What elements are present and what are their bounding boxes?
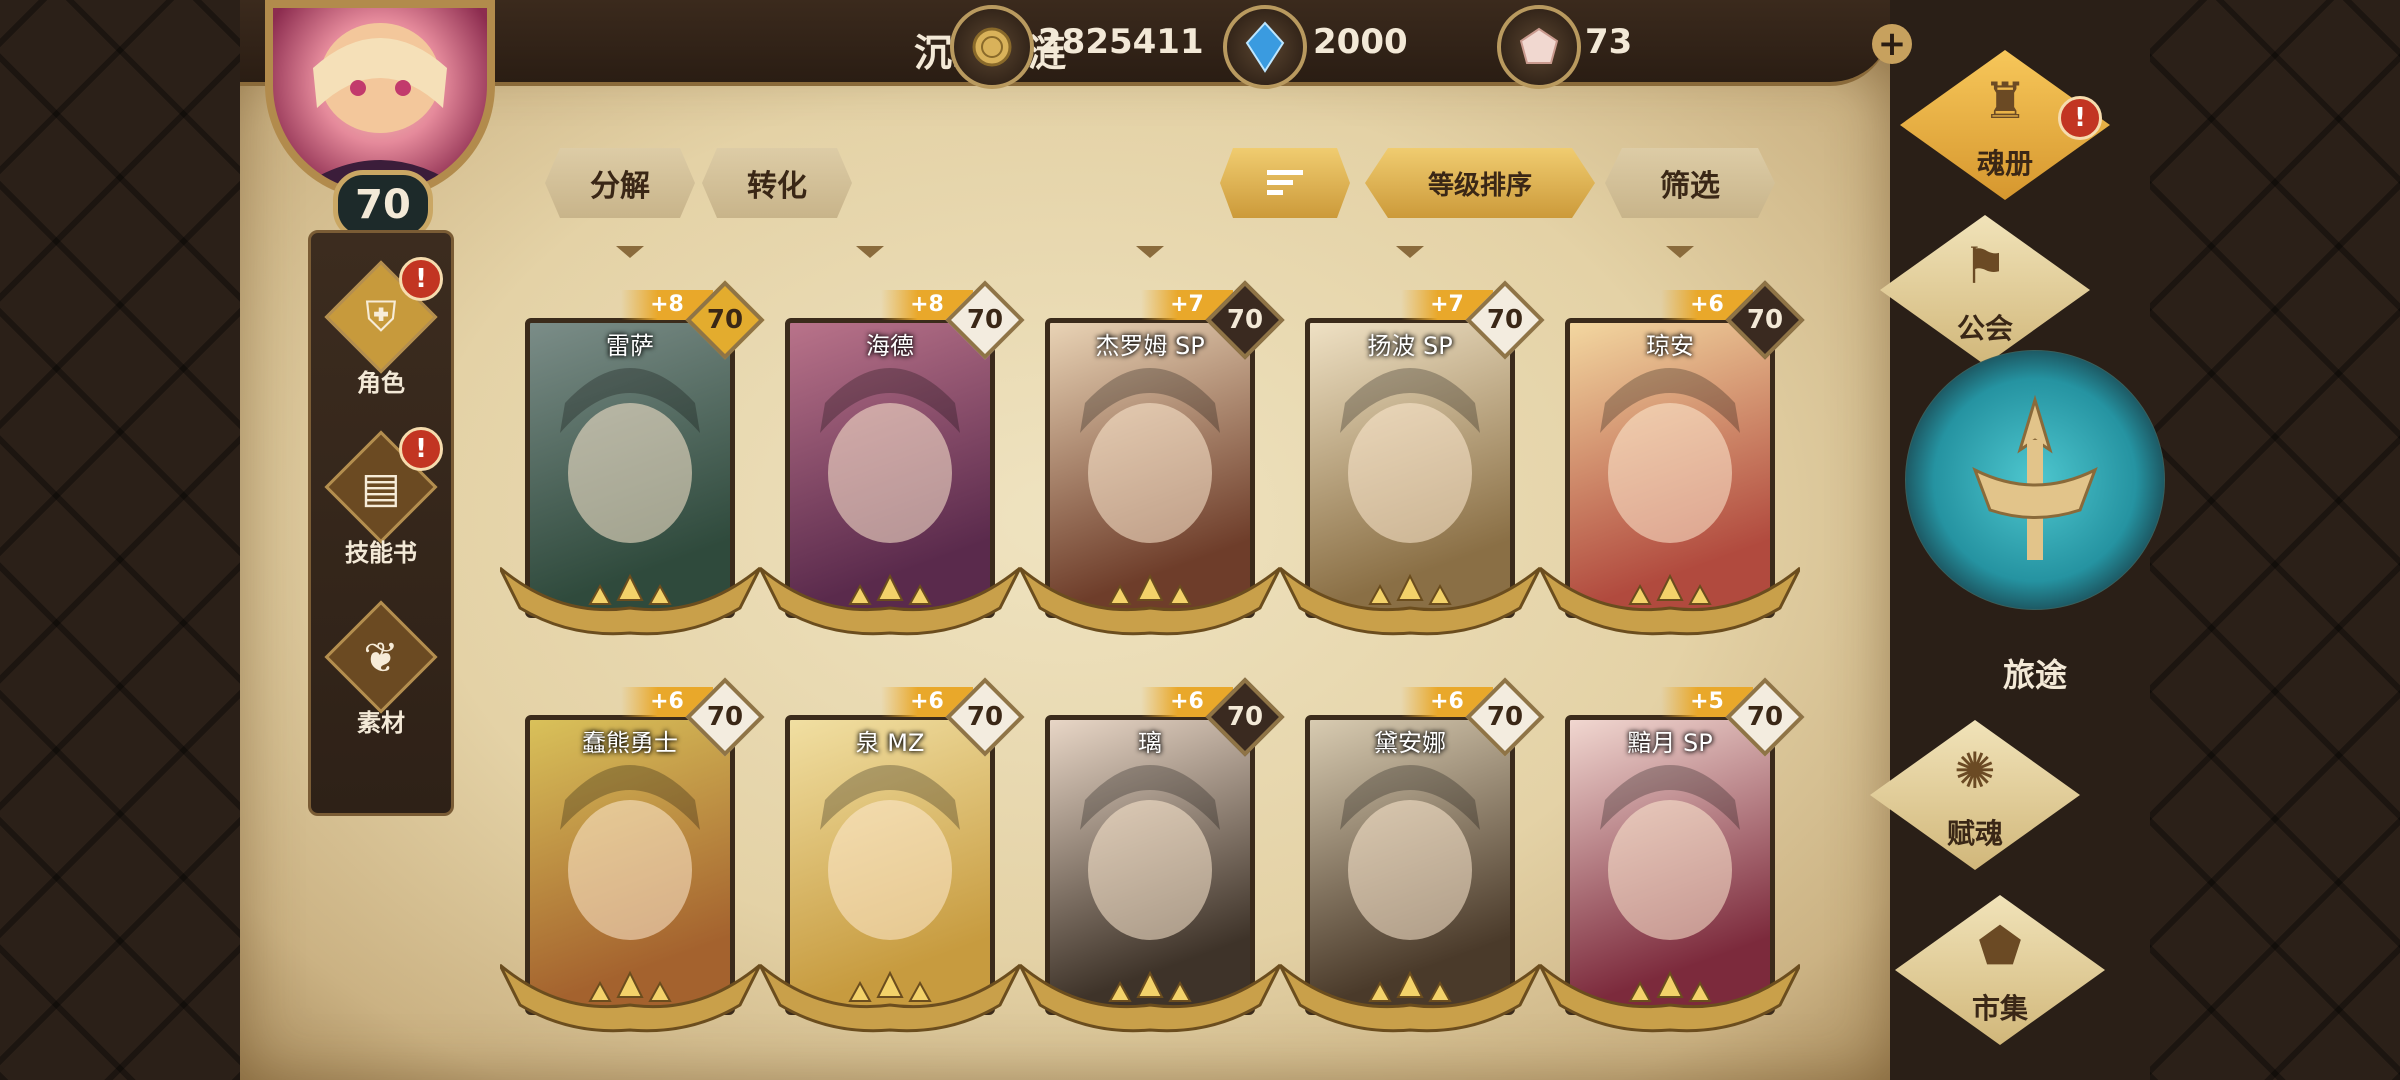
fold-mark (840, 246, 900, 266)
character-card[interactable]: 海德 +8 70 (760, 280, 1025, 636)
menu-label-materials: 素材 (357, 709, 405, 737)
fold-mark (1380, 246, 1440, 266)
gem-icon (1497, 5, 1581, 89)
sort-order-button[interactable] (1220, 148, 1350, 218)
menu-item-materials[interactable]: ❦ 素材 (311, 600, 451, 743)
left-menu: ⛨ ! 角色 ▤ ! 技能书 ❦ 素材 (308, 230, 454, 816)
character-level: 70 (1746, 702, 1784, 732)
character-level: 70 (706, 702, 744, 732)
star-wings-emblem (1280, 566, 1540, 636)
character-level: 70 (1486, 305, 1524, 335)
character-level: 70 (966, 702, 1004, 732)
journey-button[interactable]: 旅途 (1905, 350, 2165, 720)
character-level: 70 (1746, 305, 1784, 335)
character-level: 70 (966, 305, 1004, 335)
flame-swirl-icon: ✺ (1954, 742, 1996, 800)
star-wings-emblem (760, 566, 1020, 636)
star-wings-emblem (500, 963, 760, 1033)
alert-badge: ! (2058, 96, 2102, 140)
star-wings-emblem (1280, 963, 1540, 1033)
fold-mark (1650, 246, 1710, 266)
fold-mark (1120, 246, 1180, 266)
fold-mark (600, 246, 660, 266)
character-level: 70 (1226, 702, 1264, 732)
soul-book-button[interactable]: ♜ 魂册 ! (1900, 50, 2110, 200)
soul-book-label: 魂册 (1976, 147, 2033, 180)
gold-amount: 2825411 (1038, 22, 1204, 62)
sort-list-icon (1267, 170, 1303, 195)
gem-amount: 73 (1585, 22, 1633, 62)
journey-label: 旅途 (2002, 656, 2067, 694)
menu-label-skill-books: 技能书 (345, 539, 417, 567)
star-wings-emblem (1540, 566, 1800, 636)
endow-button[interactable]: ✺ 赋魂 (1870, 720, 2080, 870)
character-card[interactable]: 蠢熊勇士 +6 70 (500, 677, 765, 1033)
alert-badge: ! (399, 427, 443, 471)
market-button[interactable]: ⬟ 市集 (1895, 895, 2105, 1045)
character-level: 70 (1486, 702, 1524, 732)
market-label: 市集 (1971, 992, 2028, 1025)
guild-banner-icon: ⚑ (1962, 237, 2008, 295)
menu-label-characters: 角色 (357, 369, 405, 397)
decompose-button[interactable]: 分解 (545, 148, 695, 218)
character-card[interactable]: 扬波 SP +7 70 (1280, 280, 1545, 636)
character-card[interactable]: 杰罗姆 SP +7 70 (1020, 280, 1285, 636)
journey-trident-icon (1972, 394, 2098, 560)
left-border-pattern (0, 0, 240, 1080)
star-wings-emblem (1540, 963, 1800, 1033)
market-gem-icon: ⬟ (1978, 917, 2022, 975)
character-card[interactable]: 黯月 SP +5 70 (1540, 677, 1805, 1033)
player-avatar-frame[interactable]: 70 (245, 0, 515, 240)
alert-badge: ! (399, 257, 443, 301)
filter-button[interactable]: 筛选 (1605, 148, 1775, 218)
crystal-amount: 2000 (1313, 22, 1408, 62)
gold-coin-icon (950, 5, 1034, 89)
character-card[interactable]: 雷萨 +8 70 (500, 280, 765, 636)
character-level: 70 (1226, 305, 1264, 335)
menu-item-skill-books[interactable]: ▤ ! 技能书 (311, 427, 451, 573)
endow-label: 赋魂 (1946, 817, 2003, 850)
star-wings-emblem (1020, 963, 1280, 1033)
crystal-icon (1223, 5, 1307, 89)
sort-by-level-button[interactable]: 等级排序 (1365, 148, 1595, 218)
guild-button[interactable]: ⚑ 公会 (1880, 215, 2090, 365)
character-card[interactable]: 黛安娜 +6 70 (1280, 677, 1545, 1033)
character-card[interactable]: 璃 +6 70 (1020, 677, 1285, 1033)
character-level: 70 (706, 305, 744, 335)
star-wings-emblem (760, 963, 1020, 1033)
menu-item-characters[interactable]: ⛨ ! 角色 (311, 257, 451, 403)
star-wings-emblem (500, 566, 760, 636)
star-wings-emblem (1020, 566, 1280, 636)
convert-button[interactable]: 转化 (702, 148, 852, 218)
materials-icon: ❦ (363, 632, 399, 682)
right-border-pattern (2150, 0, 2400, 1080)
character-card[interactable]: 琼安 +6 70 (1540, 280, 1805, 636)
character-card[interactable]: 泉 MZ +6 70 (760, 677, 1025, 1033)
guild-label: 公会 (1956, 312, 2013, 345)
